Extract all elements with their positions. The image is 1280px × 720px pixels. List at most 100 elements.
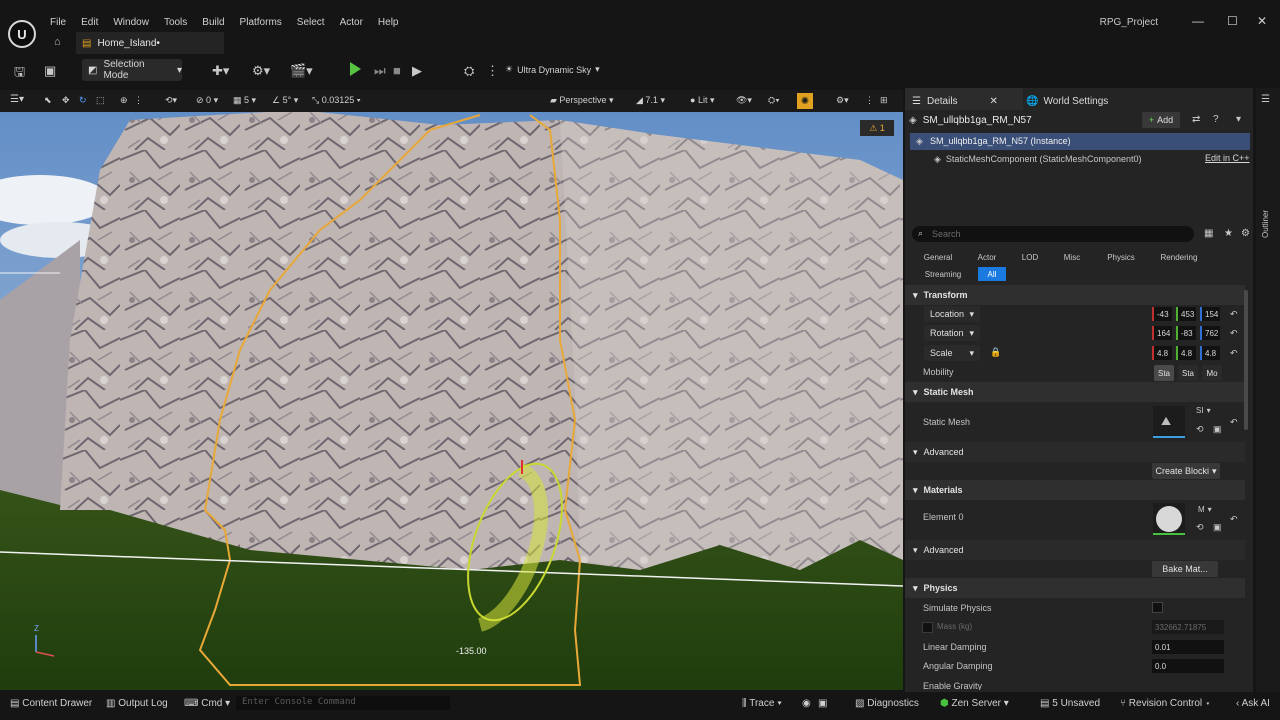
level-tab[interactable]: ▤ Home_Island• bbox=[76, 32, 224, 54]
record-icon[interactable]: ◉ bbox=[802, 698, 811, 709]
use-selected-icon[interactable]: ⟲ bbox=[1196, 522, 1204, 533]
blueprint-convert-icon[interactable]: ⇄ bbox=[1192, 114, 1200, 125]
rotation-z[interactable]: 762 bbox=[1200, 326, 1220, 340]
menu-select[interactable]: Select bbox=[297, 17, 325, 28]
lock-icon[interactable]: 🔒 bbox=[990, 347, 1001, 358]
actor-name[interactable]: SM_ullqbb1ga_RM_N57 bbox=[923, 115, 1032, 126]
cmd-dropdown[interactable]: ⌨ Cmd ▾ bbox=[184, 698, 230, 709]
materials-section[interactable]: ▾ Materials bbox=[905, 480, 1245, 500]
mobility-movable[interactable]: Mo bbox=[1202, 365, 1222, 381]
menu-file[interactable]: File bbox=[50, 17, 66, 28]
more-icon[interactable]: ⋮ bbox=[134, 95, 143, 106]
maximize-icon[interactable]: ☐ bbox=[1227, 14, 1238, 28]
cinematics-icon[interactable]: 🎬▾ bbox=[290, 63, 313, 79]
details-tab[interactable]: ☰ Details ✕ bbox=[912, 92, 998, 110]
move-tool-icon[interactable]: ✥ bbox=[62, 95, 70, 106]
materials-advanced[interactable]: ▾ Advanced bbox=[905, 540, 1245, 560]
location-y[interactable]: 453 bbox=[1176, 307, 1196, 321]
content-drawer-button[interactable]: ▤ Content Drawer bbox=[10, 698, 92, 709]
edit-in-cpp-link[interactable]: Edit in C++ bbox=[1205, 153, 1250, 163]
filter-general[interactable]: General bbox=[918, 250, 958, 264]
scale-z[interactable]: 4.8 bbox=[1200, 346, 1220, 360]
layout-icon[interactable]: ⊞ bbox=[880, 95, 888, 106]
level-viewport[interactable] bbox=[0, 90, 903, 690]
filter-streaming[interactable]: Streaming bbox=[918, 267, 968, 281]
linear-damping-field[interactable]: 0.01 bbox=[1152, 640, 1224, 654]
panel-scrollbar[interactable] bbox=[1244, 290, 1248, 430]
mobility-stationary[interactable]: Sta bbox=[1178, 365, 1198, 381]
rotation-y[interactable]: -83 bbox=[1176, 326, 1196, 340]
perspective-dropdown[interactable]: ▰ Perspective ▾ bbox=[550, 95, 613, 106]
mesh-dropdown[interactable]: SI ▾ bbox=[1196, 406, 1211, 415]
close-icon[interactable]: ✕ bbox=[1257, 14, 1267, 28]
static-mesh-section[interactable]: ▾ Static Mesh bbox=[905, 382, 1245, 402]
play-options-icon[interactable]: ▶ bbox=[412, 63, 422, 79]
select-tool-icon[interactable]: ⬉ bbox=[44, 95, 52, 106]
mass-override-checkbox[interactable] bbox=[922, 622, 933, 633]
outliner-tab[interactable]: Outliner bbox=[1261, 210, 1270, 238]
reset-icon[interactable]: ↶ bbox=[1230, 514, 1238, 525]
blueprint-icon[interactable]: ⚙▾ bbox=[252, 63, 270, 79]
sky-dropdown[interactable]: ☀ Ultra Dynamic Sky ▾ bbox=[505, 64, 600, 75]
reset-icon[interactable]: ↶ bbox=[1230, 309, 1238, 320]
favorite-star-icon[interactable]: ★ bbox=[1224, 228, 1233, 239]
static-mesh-advanced[interactable]: ▾ Advanced bbox=[905, 442, 1245, 462]
realtime-icon[interactable]: ⛭▾ bbox=[768, 95, 780, 106]
scale-y[interactable]: 4.8 bbox=[1176, 346, 1196, 360]
outliner-menu-icon[interactable]: ☰ bbox=[1261, 94, 1270, 105]
close-tab-icon[interactable]: ✕ bbox=[990, 96, 998, 107]
platforms-icon[interactable]: ⛭ bbox=[464, 63, 474, 79]
mesh-thumbnail[interactable]: ⛰ bbox=[1153, 406, 1185, 438]
scale-tool-icon[interactable]: ⬚ bbox=[96, 95, 105, 106]
stop-icon[interactable]: ■ bbox=[393, 63, 401, 78]
warning-badge[interactable]: ⚠ 1 bbox=[860, 120, 894, 136]
fov-dropdown[interactable]: ◢ 7.1 ▾ bbox=[636, 95, 665, 106]
transform-section[interactable]: ▾ Transform bbox=[905, 285, 1245, 305]
bake-materials-button[interactable]: Bake Mat... bbox=[1152, 561, 1218, 577]
browse-icon[interactable]: ▣ bbox=[1213, 522, 1222, 533]
content-browser-icon[interactable]: ▣ bbox=[44, 63, 56, 79]
revision-control-dropdown[interactable]: ⑂ Revision Control ▾ bbox=[1120, 698, 1211, 709]
selection-mode-dropdown[interactable]: ◩ Selection Mode ▾ bbox=[82, 59, 182, 81]
reset-icon[interactable]: ↶ bbox=[1230, 348, 1238, 359]
world-space-icon[interactable]: ⊕ bbox=[120, 95, 128, 106]
realtime-toggle-icon[interactable]: ✺ bbox=[797, 93, 813, 109]
zen-server-dropdown[interactable]: ⬢ Zen Server ▾ bbox=[940, 698, 1009, 709]
filter-rendering[interactable]: Rendering bbox=[1152, 250, 1206, 264]
scale-snap[interactable]: ⤡ 0.03125 ▾ bbox=[312, 95, 361, 106]
world-settings-tab[interactable]: 🌐 World Settings bbox=[1026, 92, 1108, 110]
surface-snap-icon[interactable]: ⟲▾ bbox=[165, 95, 177, 106]
trace-dropdown[interactable]: ⫼ Trace ▾ bbox=[742, 698, 782, 709]
menu-edit[interactable]: Edit bbox=[81, 17, 98, 28]
menu-platforms[interactable]: Platforms bbox=[240, 17, 282, 28]
viewport-options-icon[interactable]: ☰▾ bbox=[10, 94, 24, 105]
step-icon[interactable]: ⏭ bbox=[374, 63, 386, 79]
options-icon[interactable]: ▾ bbox=[1236, 114, 1241, 125]
location-z[interactable]: 154 bbox=[1200, 307, 1220, 321]
viewport-scene[interactable] bbox=[0, 90, 903, 690]
play-icon[interactable] bbox=[350, 62, 361, 76]
minimize-icon[interactable]: — bbox=[1192, 14, 1204, 28]
settings-icon[interactable]: ⚙▾ bbox=[836, 95, 849, 106]
table-view-icon[interactable]: ▦ bbox=[1204, 228, 1213, 239]
browse-icon[interactable]: ▣ bbox=[1213, 424, 1222, 435]
use-selected-icon[interactable]: ⟲ bbox=[1196, 424, 1204, 435]
rotation-snap[interactable]: ⊘ 0 ▾ bbox=[196, 95, 218, 106]
material-thumbnail[interactable] bbox=[1153, 503, 1185, 535]
home-icon[interactable]: ⌂ bbox=[54, 36, 61, 48]
menu-tools[interactable]: Tools bbox=[164, 17, 187, 28]
mobility-static[interactable]: Sta bbox=[1154, 365, 1174, 381]
create-blocking-button[interactable]: Create Blocki ▾ bbox=[1152, 463, 1220, 479]
angle-snap[interactable]: ∠ 5° ▾ bbox=[272, 95, 298, 106]
show-flags-icon[interactable]: 👁▾ bbox=[736, 95, 752, 106]
filter-misc[interactable]: Misc bbox=[1054, 250, 1090, 264]
diagnostics-button[interactable]: ▧ Diagnostics bbox=[855, 698, 919, 709]
filter-all[interactable]: All bbox=[978, 267, 1006, 281]
filter-physics[interactable]: Physics bbox=[1100, 250, 1142, 264]
ask-ai-button[interactable]: ‹ Ask AI bbox=[1236, 698, 1270, 709]
more-options-icon[interactable]: ⋮ bbox=[486, 63, 499, 79]
angular-damping-field[interactable]: 0.0 bbox=[1152, 659, 1224, 673]
help-icon[interactable]: ? bbox=[1213, 114, 1219, 125]
view-mode-dropdown[interactable]: ● Lit ▾ bbox=[690, 95, 714, 106]
rotation-x[interactable]: 164 bbox=[1152, 326, 1172, 340]
